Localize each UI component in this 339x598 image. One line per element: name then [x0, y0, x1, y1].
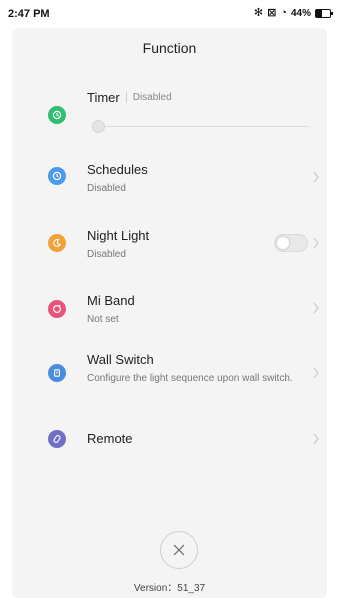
timer-icon: [48, 106, 66, 124]
status-bar: 2:47 PM ✻ ⊠ ◔ 44%: [0, 0, 339, 26]
night-light-title: Night Light: [87, 228, 150, 243]
status-time: 2:47 PM: [8, 8, 50, 20]
wall-switch-title: Wall Switch: [87, 352, 154, 367]
moon-icon: [48, 234, 66, 252]
battery-percent: 44%: [290, 7, 311, 19]
switch-icon: [48, 364, 66, 382]
schedules-subtitle: Disabled: [87, 183, 126, 194]
chevron-right-icon: [311, 236, 321, 250]
clock-icon: [48, 167, 66, 185]
toggle-knob: [277, 237, 289, 249]
bluetooth-icon: ✻: [253, 7, 264, 19]
remote-title: Remote: [87, 431, 133, 446]
chevron-right-icon: [311, 301, 321, 315]
mi-band-subtitle: Not set: [87, 314, 119, 325]
wall-switch-subtitle: Configure the light sequence upon wall s…: [87, 373, 293, 384]
timer-status: Disabled: [125, 92, 172, 103]
mi-band-title: Mi Band: [87, 293, 135, 308]
function-panel: Function Timer Disabled Schedules Disabl…: [12, 28, 327, 598]
chevron-right-icon: [311, 366, 321, 380]
sim-icon: ⊠: [267, 7, 277, 19]
version-label: Version：51_37: [133, 583, 206, 594]
timer-title-row: Timer Disabled: [87, 90, 172, 105]
status-icons: ✻ ⊠ ◔ 44%: [253, 7, 333, 19]
close-button[interactable]: [160, 531, 198, 569]
timer-slider-thumb[interactable]: [92, 120, 105, 133]
night-light-subtitle: Disabled: [87, 249, 126, 260]
battery-icon: [315, 8, 333, 18]
timer-title: Timer: [87, 90, 120, 105]
chevron-right-icon: [311, 170, 321, 184]
schedules-title: Schedules: [87, 162, 148, 177]
night-light-toggle[interactable]: [274, 234, 308, 252]
timer-slider-track[interactable]: [98, 126, 309, 127]
remote-icon: [48, 430, 66, 448]
close-icon: [173, 544, 185, 556]
page-title: Function: [142, 40, 197, 56]
chevron-right-icon: [311, 432, 321, 446]
band-icon: [48, 300, 66, 318]
wifi-icon: ◔: [280, 7, 287, 19]
